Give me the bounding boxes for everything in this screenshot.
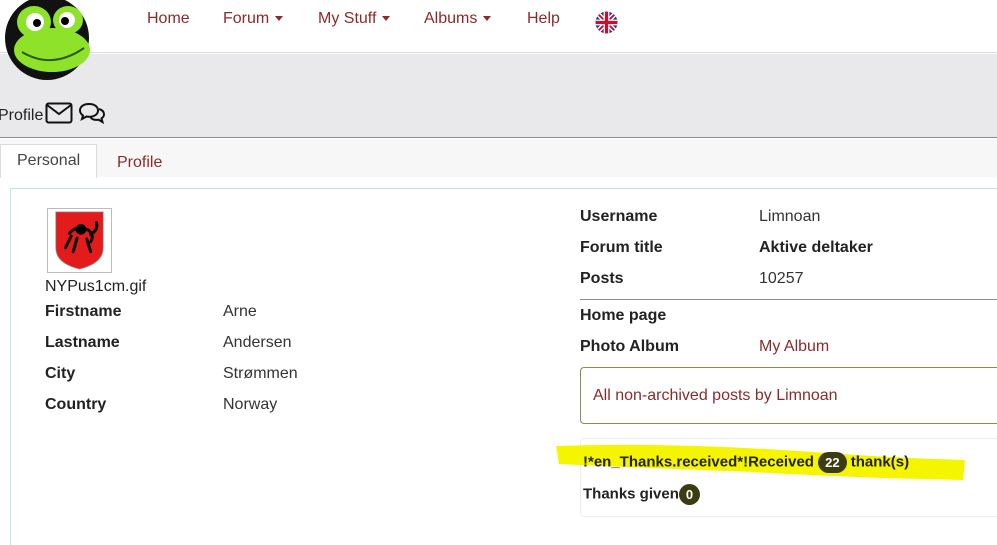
posts-label: Posts [580, 270, 624, 287]
avatar [47, 208, 112, 273]
thanks-received-badge: 22 [818, 452, 847, 473]
tab-profile[interactable]: Profile [101, 146, 178, 177]
avatar-filename: NYPus1cm.gif [45, 278, 147, 295]
nav-home[interactable]: Home [147, 10, 190, 28]
chevron-down-icon [382, 16, 391, 22]
thanks-received-suffix: thank(s) [850, 453, 910, 471]
country-value: Norway [223, 396, 278, 413]
thanks-given: Thanks given 0 [583, 484, 701, 505]
nav-albums[interactable]: Albums [424, 10, 492, 28]
lastname-value: Andersen [223, 334, 292, 351]
city-value: Strømmen [223, 365, 298, 382]
chevron-down-icon [275, 16, 284, 22]
city-label: City [45, 365, 76, 382]
nav-help[interactable]: Help [527, 10, 560, 28]
page-header-band [0, 54, 997, 138]
lastname-label: Lastname [45, 334, 120, 351]
tab-personal[interactable]: Personal [0, 144, 98, 178]
username-label: Username [580, 208, 658, 225]
firstname-label: Firstname [45, 303, 122, 320]
home-page-label: Home page [580, 307, 667, 324]
chevron-down-icon [483, 16, 492, 22]
country-label: Country [45, 396, 107, 413]
nav-albums-label: Albums [424, 10, 478, 27]
mail-icon[interactable] [45, 102, 73, 124]
photo-album-label: Photo Album [580, 338, 679, 355]
nav-my-stuff[interactable]: My Stuff [318, 10, 391, 28]
chat-icon[interactable] [78, 101, 106, 125]
firstname-value: Arne [223, 303, 257, 320]
all-posts-link[interactable]: All non-archived posts by Limnoan [593, 387, 838, 405]
username-value: Limnoan [759, 208, 821, 225]
page-title: Profile [0, 107, 44, 124]
frog-logo[interactable] [2, 0, 92, 80]
tab-bar: Personal Profile [0, 139, 997, 178]
posts-value: 10257 [759, 270, 804, 287]
thanks-given-label: Thanks given [583, 485, 679, 503]
forum-title-value: Aktive deltaker [759, 239, 873, 256]
thanks-received-label: !*en_Thanks.received*!Received [583, 453, 814, 471]
nav-forum-label: Forum [223, 10, 270, 27]
uk-flag-icon[interactable] [595, 11, 618, 34]
nav-forum[interactable]: Forum [223, 10, 284, 28]
nav-my-stuff-label: My Stuff [318, 10, 377, 27]
section-divider [580, 299, 997, 300]
thanks-given-badge: 0 [678, 484, 701, 505]
forum-title-label: Forum title [580, 239, 663, 256]
thanks-received: !*en_Thanks.received*!Received 22 thank(… [583, 452, 909, 473]
photo-album-link[interactable]: My Album [759, 338, 829, 356]
